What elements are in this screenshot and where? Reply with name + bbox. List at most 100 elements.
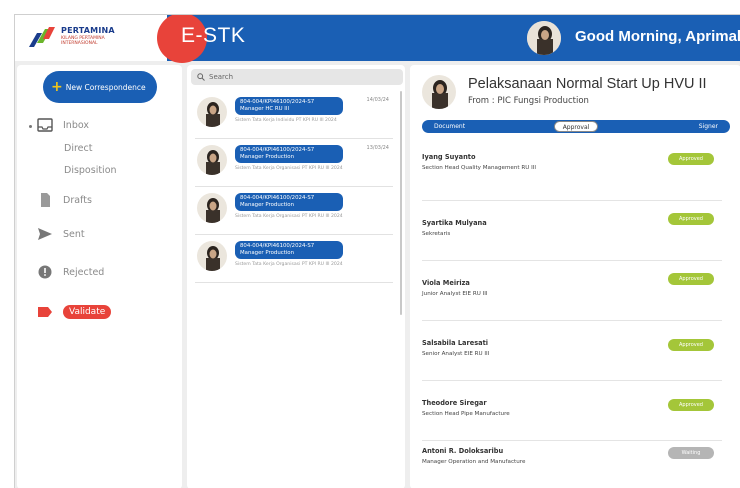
new-correspondence-label: New Correspondence <box>65 82 146 92</box>
approval-row: Syartika Mulyana Sekretaris Approved <box>422 201 722 261</box>
mail-subject: Sistem Tata Kerja Individu PT KPI RU III… <box>235 118 337 123</box>
person-avatar-icon <box>432 80 448 109</box>
approver-name: Syartika Mulyana <box>422 219 487 227</box>
pertamina-logo-icon <box>29 27 55 47</box>
status-badge: Approved <box>668 153 714 165</box>
status-badge: Approved <box>668 213 714 225</box>
sidebar-item-label: Inbox <box>63 119 89 131</box>
approval-row: Iyang Suyanto Section Head Quality Manag… <box>422 141 722 201</box>
mail-subject: Sistem Tata Kerja Organisasi PT KPI RU I… <box>235 166 343 171</box>
sidebar: + New Correspondence Inbox Direct Dispos… <box>17 65 182 488</box>
correspondence-tag: 804-004/KPI46100/2024-S7 Manager Producti… <box>235 145 343 163</box>
approver-role: Section Head Pipe Manufacture <box>422 411 510 417</box>
approver-role: Senior Analyst EIE RU III <box>422 351 490 357</box>
sender-name: Manager Production <box>240 154 295 160</box>
sidebar-item-label: Sent <box>63 228 85 240</box>
status-badge: Approved <box>668 273 714 285</box>
file-icon <box>41 193 50 207</box>
sidebar-item-sent[interactable]: Sent <box>37 227 85 241</box>
avatar <box>197 241 227 271</box>
avatar <box>197 145 227 175</box>
approval-row: Viola Meiriza Junior Analyst EIE RU III … <box>422 261 722 321</box>
correspondence-list: Search 804-004/KPI46100/2024-S7 Manager H… <box>187 65 405 488</box>
page-title: Pelaksanaan Normal Start Up HVU II <box>468 76 707 92</box>
tab-approval[interactable]: Approval <box>554 121 598 132</box>
sidebar-item-direct[interactable]: Direct <box>64 143 92 154</box>
app-title: E-STK <box>181 24 246 47</box>
approver-role: Manager Operation and Manufacture <box>422 459 526 465</box>
avatar <box>197 97 227 127</box>
inbox-icon <box>37 118 53 132</box>
logo-subtitle: KILANG PERTAMINA INTERNASIONAL <box>61 36 105 46</box>
tab-signer[interactable]: Signer <box>699 123 718 130</box>
user-avatar[interactable] <box>527 21 561 55</box>
sidebar-item-validate[interactable]: Validate <box>37 305 112 319</box>
plus-icon: + <box>51 79 63 95</box>
approver-name: Antoni R. Doloksaribu <box>422 447 504 455</box>
sidebar-item-rejected[interactable]: Rejected <box>37 265 104 279</box>
top-header: PERTAMINA KILANG PERTAMINA INTERNASIONAL… <box>15 15 740 63</box>
approval-row: Antoni R. Doloksaribu Manager Operation … <box>422 441 722 488</box>
letter-number: 804-004/KPI46100/2024-S7 <box>240 243 315 249</box>
mail-date: 14/03/24 <box>366 97 389 103</box>
approver-role: Section Head Quality Management RU III <box>422 165 537 171</box>
approver-name: Iyang Suyanto <box>422 153 476 161</box>
expand-bullet-icon <box>29 125 32 128</box>
approver-name: Salsabila Laresati <box>422 339 488 347</box>
mail-subject: Sistem Tata Kerja Organisasi PT KPI RU I… <box>235 214 343 219</box>
list-item[interactable]: 804-004/KPI46100/2024-S7 Manager HC RU II… <box>195 93 393 139</box>
send-icon <box>38 228 52 240</box>
search-icon <box>197 73 205 81</box>
sidebar-item-label: Drafts <box>63 194 92 206</box>
user-avatar-icon <box>527 21 561 55</box>
tag-icon <box>38 307 52 317</box>
correspondence-tag: 804-004/KPI46100/2024-S7 Manager Producti… <box>235 241 343 259</box>
sender-name: Manager Production <box>240 202 295 208</box>
tab-document[interactable]: Document <box>434 123 465 130</box>
alert-icon <box>38 265 52 279</box>
person-avatar-icon <box>206 150 220 175</box>
list-item[interactable]: 804-004/KPI46100/2024-S7 Manager Producti… <box>195 141 393 187</box>
list-item[interactable]: 804-004/KPI46100/2024-S7 Manager Producti… <box>195 189 393 235</box>
avatar <box>197 193 227 223</box>
sender-name: Manager Production <box>240 250 295 256</box>
correspondence-tag: 804-004/KPI46100/2024-S7 Manager Producti… <box>235 193 343 211</box>
sender-name: Manager HC RU III <box>240 106 290 112</box>
letter-number: 804-004/KPI46100/2024-S7 <box>240 195 315 201</box>
sidebar-item-label: Validate <box>63 305 112 319</box>
detail-panel: Pelaksanaan Normal Start Up HVU II From … <box>410 65 740 488</box>
correspondence-tag: 804-004/KPI46100/2024-S7 Manager HC RU II… <box>235 97 343 115</box>
from-line: From : PIC Fungsi Production <box>468 96 589 106</box>
logo-name: PERTAMINA <box>61 26 115 35</box>
person-avatar-icon <box>206 246 220 271</box>
sidebar-item-drafts[interactable]: Drafts <box>37 193 92 207</box>
approval-row: Theodore Siregar Section Head Pipe Manuf… <box>422 381 722 441</box>
person-avatar-icon <box>206 198 220 223</box>
app-window: PERTAMINA KILANG PERTAMINA INTERNASIONAL… <box>14 14 740 488</box>
approver-name: Viola Meiriza <box>422 279 470 287</box>
search-input[interactable]: Search <box>191 69 403 85</box>
status-badge: Waiting <box>668 447 714 459</box>
brand-logo[interactable]: PERTAMINA KILANG PERTAMINA INTERNASIONAL <box>15 15 167 61</box>
sidebar-item-disposition[interactable]: Disposition <box>64 165 117 176</box>
list-item[interactable]: 804-004/KPI46100/2024-S7 Manager Producti… <box>195 237 393 283</box>
status-badge: Approved <box>668 399 714 411</box>
avatar <box>422 75 456 109</box>
greeting-text: Good Morning, Aprimal <box>575 28 740 45</box>
sidebar-item-label: Rejected <box>63 266 105 278</box>
mail-subject: Sistem Tata Kerja Organisasi PT KPI RU I… <box>235 262 343 267</box>
person-avatar-icon <box>206 102 220 127</box>
approval-row: Salsabila Laresati Senior Analyst EIE RU… <box>422 321 722 381</box>
search-placeholder: Search <box>209 73 234 81</box>
list-scrollbar[interactable] <box>400 91 402 315</box>
mail-date: 13/03/24 <box>366 145 389 151</box>
approver-name: Theodore Siregar <box>422 399 487 407</box>
sidebar-item-inbox[interactable]: Inbox <box>37 118 89 132</box>
approver-role: Junior Analyst EIE RU III <box>422 291 488 297</box>
new-correspondence-button[interactable]: + New Correspondence <box>43 71 157 103</box>
approver-role: Sekretaris <box>422 231 451 237</box>
letter-number: 804-004/KPI46100/2024-S7 <box>240 99 315 105</box>
tab-bar: Document Approval Signer <box>422 120 730 133</box>
status-badge: Approved <box>668 339 714 351</box>
letter-number: 804-004/KPI46100/2024-S7 <box>240 147 315 153</box>
